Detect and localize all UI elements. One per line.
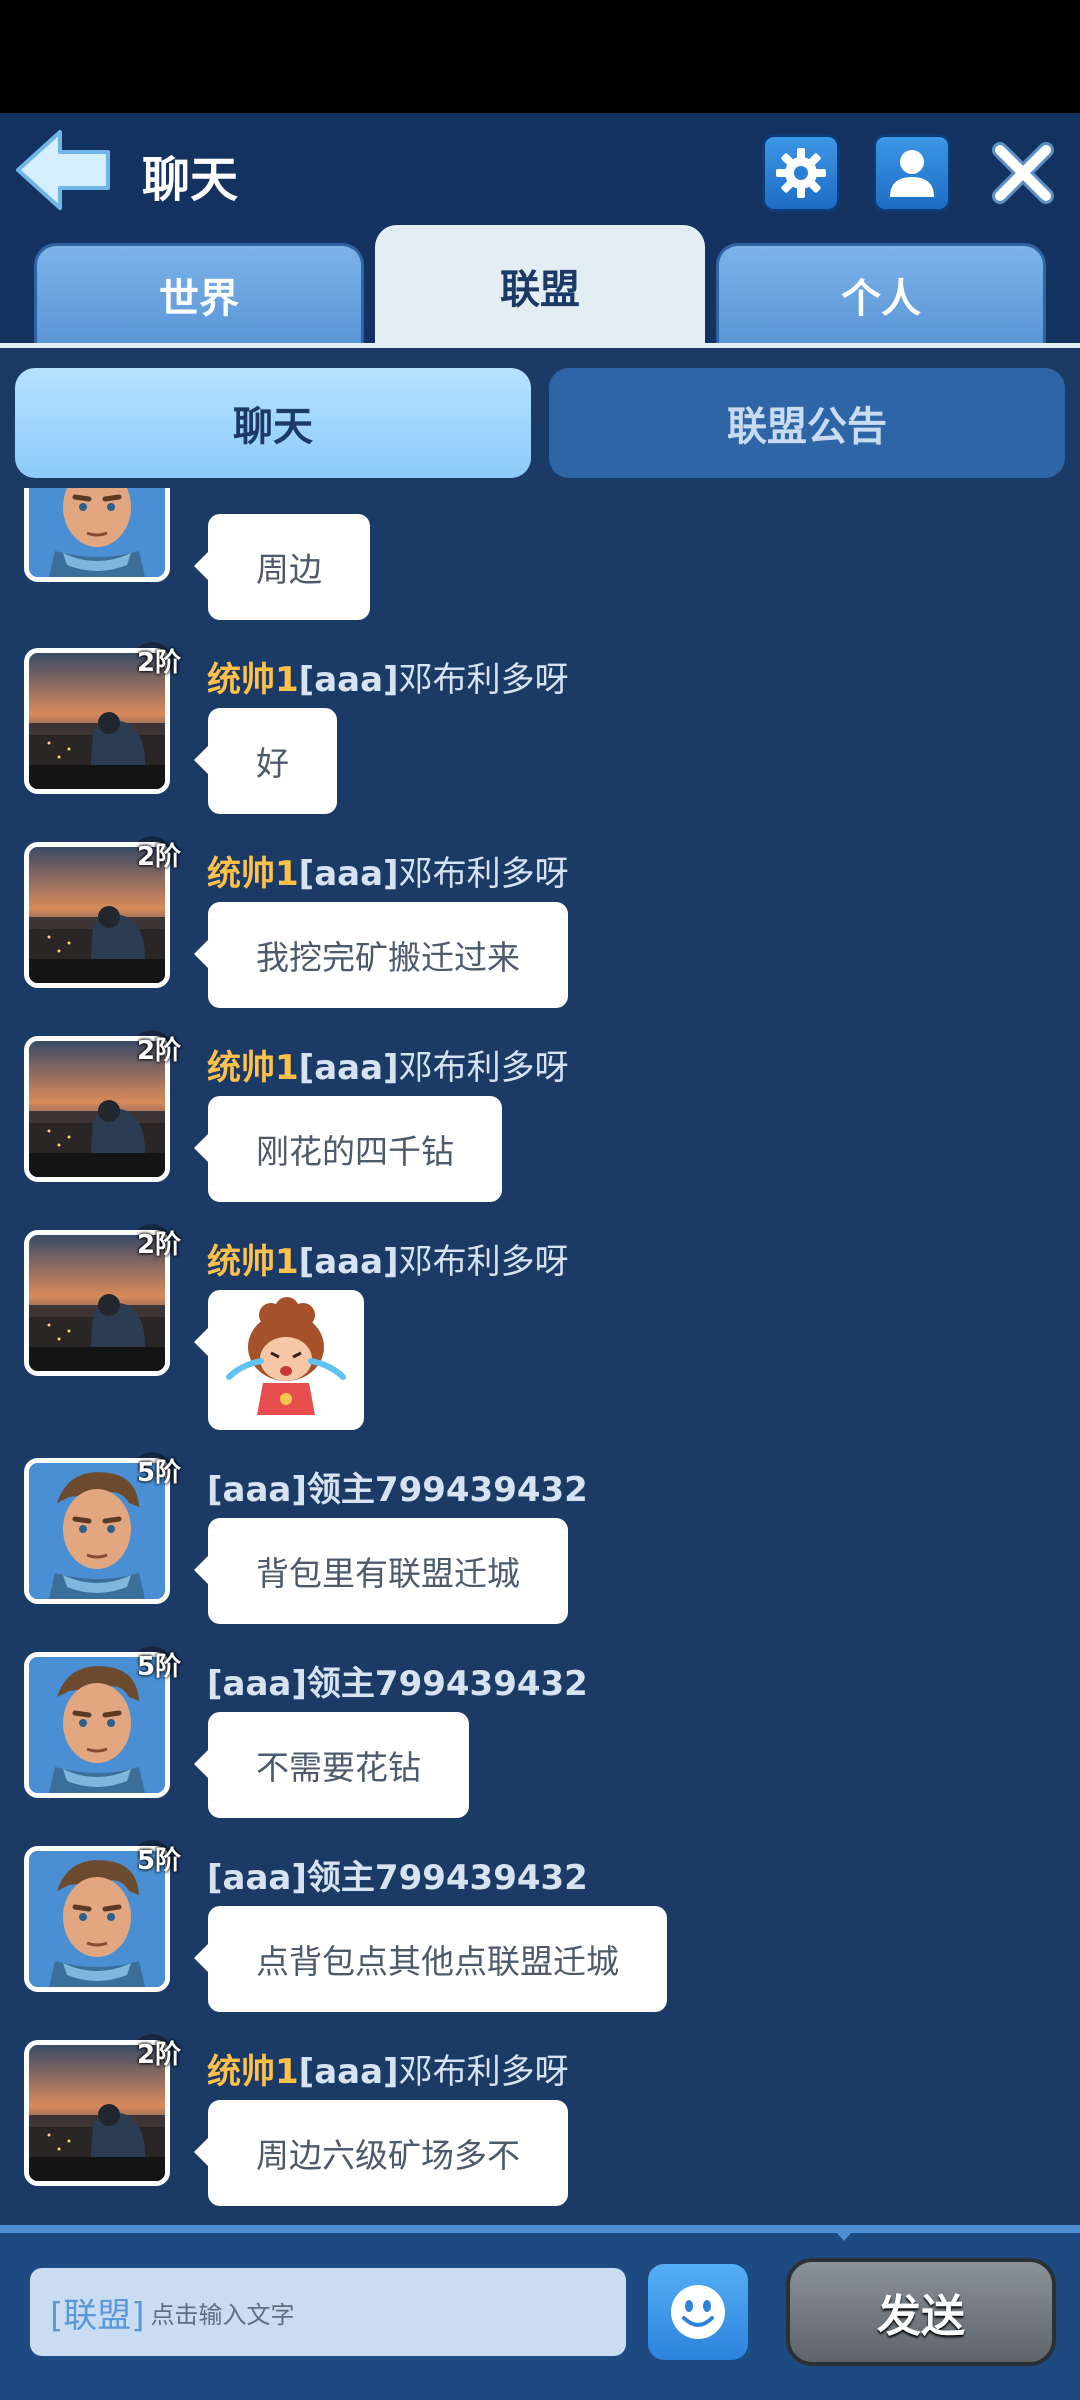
chat-list[interactable]: 周边 2阶 统帅1[aaa]邓布利多呀 好 2阶 统帅1[aaa]邓布利多呀 我… (0, 488, 1080, 2225)
send-button[interactable]: 发送 (786, 2258, 1056, 2366)
rank-badge: 5阶 (132, 1450, 184, 1492)
sender-nickname: 邓布利多呀 (398, 1048, 569, 1088)
smiley-icon (671, 2285, 725, 2339)
sender-name[interactable]: 统帅1[aaa]邓布利多呀 (207, 846, 569, 895)
sender-title: 统帅1 (207, 854, 299, 894)
input-bar-notch (830, 2225, 858, 2241)
avatar[interactable] (24, 488, 170, 582)
sender-tag: [aaa] (207, 1664, 307, 1704)
sender-nickname: 邓布利多呀 (398, 2052, 569, 2092)
rank-badge: 2阶 (132, 2032, 184, 2074)
tab-personal[interactable]: 个人 (716, 243, 1046, 343)
close-icon (992, 142, 1054, 204)
sender-name[interactable]: 统帅1[aaa]邓布利多呀 (207, 1040, 569, 1089)
sender-title: 统帅1 (207, 2052, 299, 2092)
rank-badge: 5阶 (132, 1644, 184, 1686)
rank-badge: 2阶 (132, 1222, 184, 1264)
sender-name[interactable]: [aaa]领主799439432 (207, 1850, 588, 1899)
sender-tag: [aaa] (207, 1858, 307, 1898)
input-placeholder: 点击输入文字 (150, 2300, 295, 2329)
message-bubble: 刚花的四千钻 (194, 1096, 502, 1202)
message-bubble: 周边六级矿场多不 (194, 2100, 568, 2206)
sender-title: 统帅1 (207, 660, 299, 700)
sender-name[interactable]: 统帅1[aaa]邓布利多呀 (207, 1234, 569, 1283)
rank-badge: 2阶 (132, 640, 184, 682)
sender-nickname: 邓布利多呀 (398, 660, 569, 700)
message-bubble: 周边 (194, 514, 370, 620)
close-button[interactable] (990, 140, 1056, 206)
sender-name[interactable]: 统帅1[aaa]邓布利多呀 (207, 652, 569, 701)
subtab-chat[interactable]: 聊天 (15, 368, 531, 478)
sender-nickname: 领主799439432 (306, 1664, 588, 1704)
tab-alliance[interactable]: 联盟 (375, 225, 705, 343)
back-arrow-icon (16, 130, 110, 210)
sender-nickname: 邓布利多呀 (398, 854, 569, 894)
gear-icon (776, 148, 826, 198)
message-bubble: 我挖完矿搬迁过来 (194, 902, 568, 1008)
sender-title: 统帅1 (207, 1048, 299, 1088)
sender-tag: [aaa] (207, 1470, 307, 1510)
message-bubble: 点背包点其他点联盟迁城 (194, 1906, 667, 2012)
sender-tag: [aaa] (298, 2052, 399, 2092)
profile-button[interactable] (873, 134, 951, 212)
sender-nickname: 邓布利多呀 (398, 1242, 569, 1282)
subtab-alliance-notice[interactable]: 联盟公告 (549, 368, 1065, 478)
rank-badge: 2阶 (132, 1028, 184, 1070)
status-bar (0, 0, 1080, 113)
user-icon (890, 150, 934, 197)
knight-portrait (29, 488, 165, 577)
settings-button[interactable] (762, 134, 840, 212)
sender-tag: [aaa] (298, 1242, 399, 1282)
message-bubble: 好 (194, 708, 337, 814)
message-bubble: 背包里有联盟迁城 (194, 1518, 568, 1624)
sender-nickname: 领主799439432 (306, 1858, 588, 1898)
tab-world[interactable]: 世界 (34, 243, 364, 343)
channel-prefix: [联盟] (50, 2295, 145, 2336)
rank-badge: 5阶 (132, 1838, 184, 1880)
rank-badge: 2阶 (132, 834, 184, 876)
sender-nickname: 领主799439432 (306, 1470, 588, 1510)
crying-girl-sticker (226, 1297, 346, 1415)
sender-name[interactable]: [aaa]领主799439432 (207, 1656, 588, 1705)
sender-name[interactable]: 统帅1[aaa]邓布利多呀 (207, 2044, 569, 2093)
sticker-bubble[interactable] (194, 1290, 364, 1430)
sender-tag: [aaa] (298, 660, 399, 700)
sender-tag: [aaa] (298, 1048, 399, 1088)
chat-input[interactable]: [联盟] 点击输入文字 (30, 2268, 626, 2356)
emoji-button[interactable] (648, 2264, 748, 2360)
back-button[interactable] (14, 128, 114, 212)
page-title: 聊天 (142, 152, 239, 208)
sender-title: 统帅1 (207, 1242, 299, 1282)
sender-tag: [aaa] (298, 854, 399, 894)
message-bubble: 不需要花钻 (194, 1712, 469, 1818)
sender-name[interactable]: [aaa]领主799439432 (207, 1462, 588, 1511)
